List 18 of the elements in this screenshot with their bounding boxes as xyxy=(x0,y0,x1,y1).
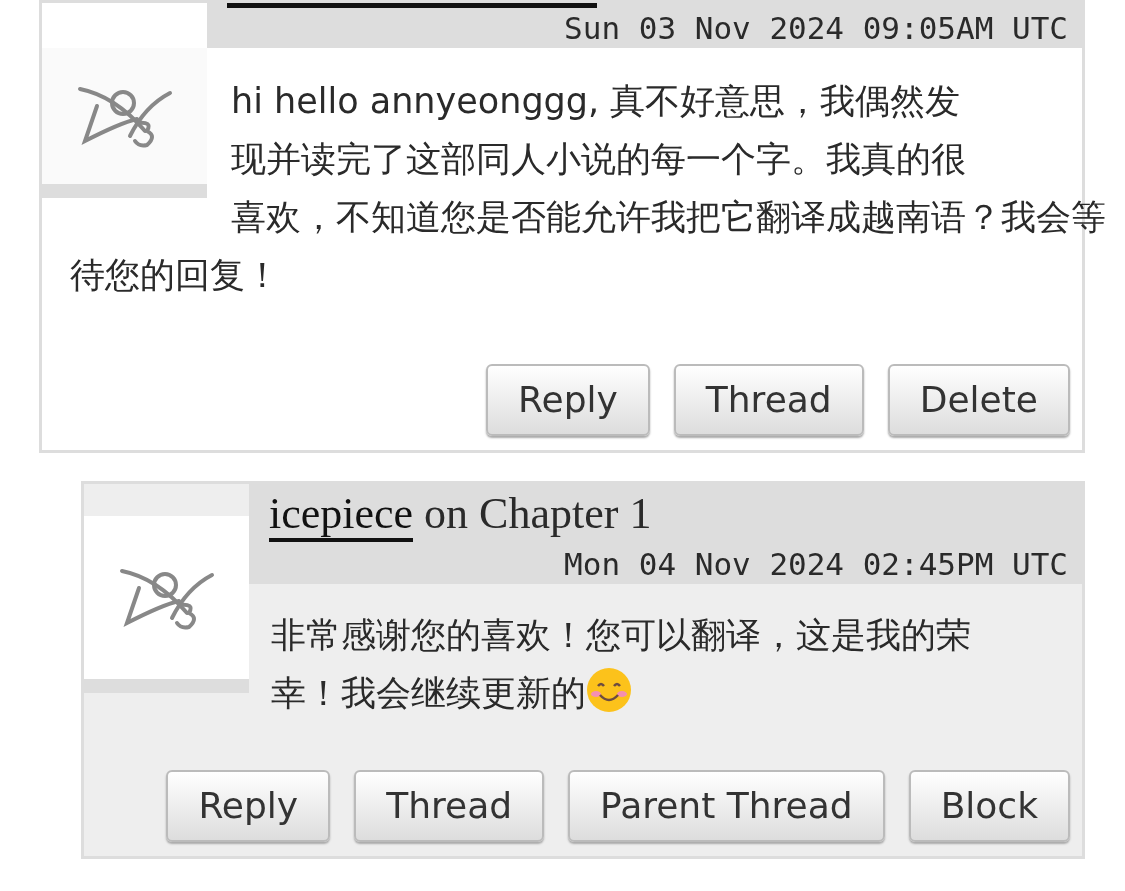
comment-text-line: 喜欢，不知道您是否能允许我把它翻译成越南语？我会等 xyxy=(231,197,1106,237)
comment-text-line: 幸！我会继续更新的 xyxy=(271,673,586,713)
comment-text-line: 现并读完了这部同人小说的每一个字。我真的很 xyxy=(231,139,966,179)
action-button[interactable]: Reply xyxy=(486,364,650,436)
action-button[interactable]: Thread xyxy=(673,364,864,436)
smiling-face-icon xyxy=(586,667,632,713)
comment-text-line: 待您的回复！ xyxy=(70,255,280,295)
comment-text-line: 非常感谢您的喜欢！您可以翻译，这是我的荣 xyxy=(271,615,971,655)
action-button[interactable]: Block xyxy=(908,770,1070,842)
author-link[interactable]: icepiece xyxy=(269,489,414,542)
timestamp: Mon 04 Nov 2024 02:45PM UTC xyxy=(563,545,1068,584)
timestamp: Sun 03 Nov 2024 09:05AM UTC xyxy=(563,9,1068,48)
action-button[interactable]: Reply xyxy=(166,770,331,842)
action-button[interactable]: Parent Thread xyxy=(568,770,885,842)
chapter-label: on Chapter 1 xyxy=(424,489,652,538)
action-button[interactable]: Thread xyxy=(354,770,545,842)
comment-text-line: hi hello annyeonggg, 真不好意思，我偶然发 xyxy=(231,81,961,121)
action-button[interactable]: Delete xyxy=(887,364,1070,436)
